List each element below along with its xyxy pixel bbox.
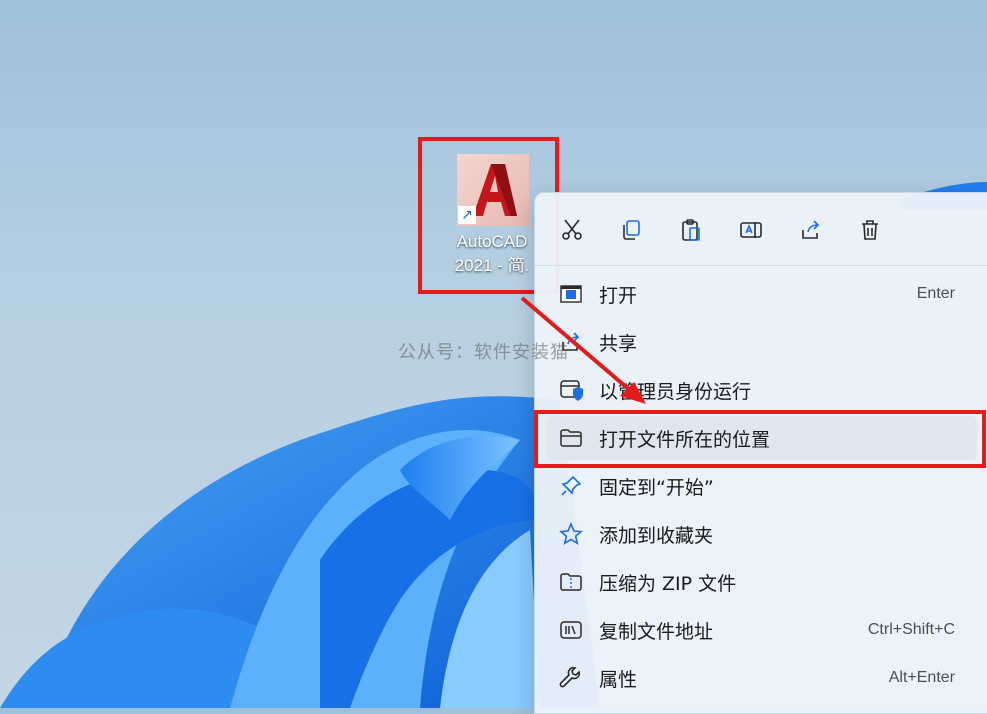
rename-icon xyxy=(740,222,762,238)
menu-item-shortcut: Alt+Enter xyxy=(888,669,955,686)
copy-button[interactable] xyxy=(614,213,648,247)
star-icon xyxy=(559,522,583,546)
menu-item-label: 压缩为 ZIP 文件 xyxy=(599,572,737,595)
cut-icon xyxy=(562,219,582,240)
watermark-text: 公从号：软件安装猫 xyxy=(398,342,569,363)
delete-button[interactable] xyxy=(853,213,887,247)
menu-item-shortcut: Ctrl+Shift+C xyxy=(867,621,955,638)
folder-icon xyxy=(560,429,582,447)
menu-item-share[interactable]: 共享 xyxy=(547,320,977,364)
context-menu-toolbar xyxy=(535,193,987,266)
shortcut-label-line1: AutoCAD xyxy=(456,232,528,251)
menu-item-pin-to-start[interactable]: 固定到“开始” xyxy=(547,464,977,508)
menu-item-label: 打开文件所在的位置 xyxy=(599,428,771,451)
menu-item-open-file-location[interactable]: 打开文件所在的位置 xyxy=(547,416,977,460)
menu-item-copy-path[interactable]: 复制文件地址 Ctrl+Shift+C xyxy=(547,608,977,652)
shortcut-arrow-icon: ↗ xyxy=(458,206,476,224)
shortcut-label: AutoCAD 2021 - 简. xyxy=(440,230,544,278)
shortcut-label-line2: 2021 - 简. xyxy=(454,256,530,275)
paste-icon xyxy=(682,219,700,241)
menu-item-label: 复制文件地址 xyxy=(599,620,714,643)
menu-item-properties[interactable]: 属性 Alt+Enter xyxy=(547,656,977,700)
admin-shield-icon xyxy=(560,380,583,401)
autocad-desktop-shortcut[interactable]: ↗ AutoCAD 2021 - 简. xyxy=(440,148,544,278)
delete-icon xyxy=(862,220,878,240)
share-button[interactable] xyxy=(794,213,828,247)
cut-button[interactable] xyxy=(555,213,589,247)
menu-item-label: 打开 xyxy=(599,284,638,307)
menu-item-add-to-favorites[interactable]: 添加到收藏夹 xyxy=(547,512,977,556)
menu-item-open[interactable]: 打开 Enter xyxy=(547,272,977,316)
menu-item-run-as-admin[interactable]: 以管理员身份运行 xyxy=(547,368,977,412)
paste-button[interactable] xyxy=(674,213,708,247)
menu-item-label: 属性 xyxy=(599,668,638,691)
wrench-icon xyxy=(559,666,581,688)
menu-item-label: 以管理员身份运行 xyxy=(599,380,752,403)
context-menu: 打开 Enter 共享 以管理员身份运行 打开文件所在的位置 固定到“开始” 添… xyxy=(534,192,987,714)
menu-item-label: 添加到收藏夹 xyxy=(599,524,714,547)
menu-item-label: 固定到“开始” xyxy=(599,476,714,499)
copy-icon xyxy=(623,220,640,240)
menu-item-compress-zip[interactable]: 压缩为 ZIP 文件 xyxy=(547,560,977,604)
share-icon xyxy=(802,220,820,239)
open-app-icon xyxy=(560,285,582,303)
zip-folder-icon xyxy=(560,573,582,591)
menu-item-label: 共享 xyxy=(599,332,638,355)
pin-icon xyxy=(561,475,582,496)
rename-button[interactable] xyxy=(734,213,768,247)
menu-item-shortcut: Enter xyxy=(916,285,955,302)
copy-path-icon xyxy=(560,621,582,639)
